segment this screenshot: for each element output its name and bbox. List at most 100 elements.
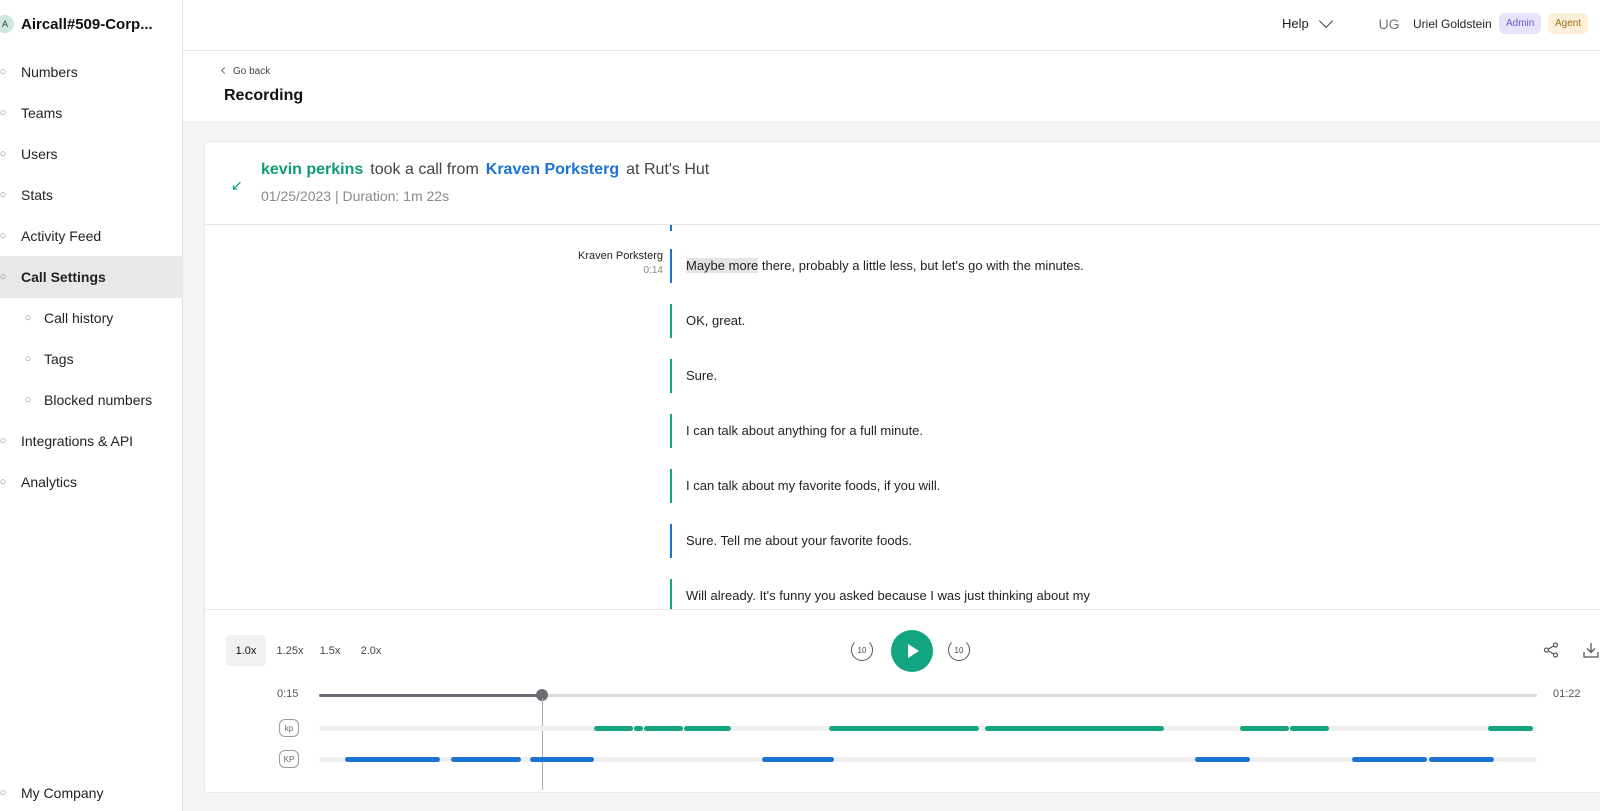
go-back-link[interactable]: Go back [220, 66, 271, 77]
workspace-switcher[interactable]: A Aircall#509-Corp... [0, 0, 183, 48]
speech-segment[interactable] [634, 726, 643, 731]
sidebar-item-label: Integrations & API [21, 433, 134, 449]
speech-segment[interactable] [1194, 757, 1250, 762]
speaker-bar [670, 469, 672, 503]
sidebar-item-tags[interactable]: ○ Tags [0, 338, 183, 380]
speaker-name: Kraven Porksterg [578, 250, 663, 262]
speech-segment[interactable] [1488, 726, 1534, 731]
sidebar-item-call-history[interactable]: ○ Call history [0, 297, 183, 339]
forward-10-icon[interactable]: 10 [948, 639, 970, 661]
took-call-text: took a call from [370, 161, 479, 178]
current-time: 0:15 [277, 688, 299, 700]
playhead-line [541, 698, 543, 790]
sidebar-item-label: Activity Feed [21, 228, 102, 244]
teams-icon: ○ [0, 107, 7, 119]
sidebar-item-teams[interactable]: ○ Teams [0, 92, 183, 134]
go-back-label: Go back [233, 66, 271, 77]
company-icon: ○ [0, 787, 7, 799]
speech-segment[interactable] [762, 757, 835, 762]
download-icon[interactable] [1582, 641, 1600, 659]
speech-segment[interactable] [644, 726, 684, 731]
sidebar-item-analytics[interactable]: ○ Analytics [0, 461, 183, 503]
sidebar-item-blocked-numbers[interactable]: ○ Blocked numbers [0, 379, 183, 421]
caller-name[interactable]: Kraven Porksterg [486, 161, 619, 178]
segment-text: Sure. Tell me about your favorite foods. [686, 533, 912, 548]
segment-text: Sure. [686, 368, 717, 383]
speaker-bar [670, 414, 672, 448]
rewind-10-label: 10 [857, 645, 867, 655]
sidebar-item-my-company[interactable]: ○ My Company [0, 772, 183, 811]
transcript-segment[interactable]: OK, great. [205, 304, 1600, 340]
transcript-segment[interactable]: I can talk about my favorite foods, if y… [205, 469, 1600, 505]
speaker-lane-avatar: KP [279, 750, 299, 768]
activity-icon: ○ [0, 230, 7, 242]
sidebar-item-label: Users [21, 146, 58, 162]
blocked-icon: ○ [24, 394, 32, 406]
segment-words: I can talk about my favorite foods, if y… [686, 478, 941, 493]
speaker-info: Kraven Porksterg 0:14 [578, 250, 663, 276]
transcript-segment[interactable]: Kraven Porksterg 0:14 Maybe more there, pr… [205, 249, 1600, 285]
segment-words: Sure. [686, 368, 718, 383]
speech-segment[interactable] [1351, 757, 1428, 762]
transcript-segment[interactable]: I can talk about anything for a full min… [205, 414, 1600, 450]
speech-segment[interactable] [594, 726, 634, 731]
share-icon[interactable] [1543, 642, 1559, 658]
sidebar-item-call-settings[interactable]: ○ Call Settings [0, 256, 183, 298]
segment-text: I can talk about my favorite foods, if y… [686, 478, 940, 493]
sidebar-item-numbers[interactable]: ○ Numbers [0, 51, 183, 93]
speaker-bar [670, 524, 672, 558]
speech-segment[interactable] [529, 757, 595, 762]
user-name[interactable]: Uriel Goldstein [1413, 17, 1492, 31]
user-icon: ○ [0, 148, 7, 160]
transcript-segment[interactable]: Sure. [205, 359, 1600, 395]
speed-1-25x-button[interactable]: 1.25x [269, 635, 311, 666]
segment-words: Will already. It's funny you asked becau… [686, 588, 1090, 603]
segment-words: OK, great. [686, 313, 746, 328]
call-meta: 01/25/2023 | Duration: 1m 22s [261, 188, 450, 204]
agent-badge: Agent [1548, 13, 1589, 34]
play-button[interactable] [891, 630, 933, 672]
speech-segment[interactable] [829, 726, 980, 731]
analytics-icon: ○ [0, 476, 7, 488]
segment-text: Will already. It's funny you asked becau… [686, 588, 1090, 603]
speech-segment[interactable] [1289, 726, 1329, 731]
sidebar: A Aircall#509-Corp... ○ Numbers ○ Teams ○ Use… [0, 0, 183, 811]
segment-time[interactable]: 0:14 [578, 265, 663, 276]
speech-segment[interactable] [985, 726, 1165, 731]
sidebar-item-label: Tags [44, 351, 74, 367]
sidebar-item-label: Stats [21, 187, 53, 203]
transcript-segment[interactable]: Sure. Tell me about your favorite foods. [205, 524, 1600, 560]
workspace-name: Aircall#509-Corp... [21, 16, 153, 33]
call-settings-icon: ○ [0, 271, 7, 283]
speed-1-0x-button[interactable]: 1.0x [226, 635, 266, 666]
workspace-avatar: A [0, 15, 14, 33]
page-header: Go back Recording [183, 51, 1600, 121]
speed-1-5x-button[interactable]: 1.5x [313, 635, 347, 666]
sidebar-item-label: My Company [21, 785, 104, 801]
speech-segment[interactable] [344, 757, 440, 762]
admin-badge: Admin [1499, 13, 1542, 34]
sidebar-item-activity-feed[interactable]: ○ Activity Feed [0, 215, 183, 257]
sidebar-item-stats[interactable]: ○ Stats [0, 174, 183, 216]
speed-2-0x-button[interactable]: 2.0x [352, 635, 390, 666]
segment-text: OK, great. [686, 313, 745, 328]
speech-segment[interactable] [1428, 757, 1495, 762]
sidebar-item-users[interactable]: ○ Users [0, 133, 183, 175]
segment-text: Maybe more there, probably a little less… [686, 258, 1084, 273]
sidebar-item-label: Numbers [21, 64, 78, 80]
integrations-icon: ○ [0, 435, 7, 447]
sidebar-item-integrations-api[interactable]: ○ Integrations & API [0, 420, 183, 462]
forward-10-label: 10 [954, 645, 964, 655]
history-icon: ○ [24, 312, 32, 324]
speaker-bar [670, 359, 672, 393]
speech-segment[interactable] [1239, 726, 1289, 731]
chevron-down-icon [1318, 13, 1333, 28]
avatar[interactable]: UG [1376, 13, 1402, 35]
speaker-lane-avatar: kp [279, 719, 299, 737]
speech-segment[interactable] [684, 726, 731, 731]
rewind-10-icon[interactable]: 10 [851, 639, 873, 661]
top-bar: Help UG Uriel Goldstein Admin Agent [183, 0, 1600, 51]
agent-name[interactable]: kevin perkins [261, 161, 363, 178]
speech-segment[interactable] [450, 757, 522, 762]
help-menu[interactable]: Help [1282, 13, 1333, 31]
